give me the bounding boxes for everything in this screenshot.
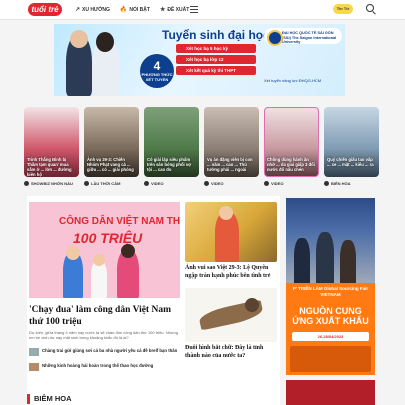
side-article[interactable]: Đuôi hình bắt chữ: Đây là tỉnh thành nào… <box>185 288 277 360</box>
trending-icon: ↗ <box>75 7 81 13</box>
badge-text: PHƯƠNG THỨC XÉT TUYỂN <box>141 72 173 82</box>
related-article[interactable]: Chàng trai gửi giùng sơi cả ba nhà người… <box>29 348 179 356</box>
hero-article-image[interactable]: CÔNG DÂN VIỆT NAM THỨ 100 TRIỆU <box>29 202 180 298</box>
sidebar-ad-secondary[interactable] <box>286 380 375 405</box>
banner-badge: 4 PHƯƠNG THỨC XÉT TUYỂN <box>140 54 174 88</box>
video-caption: Ảnh vụ 29-3: Chiến Nhóm Phạt vang cả ...… <box>87 157 134 172</box>
video-category: BIÊN HÒA <box>324 181 351 186</box>
admission-banner-ad[interactable]: Tuyển sinh đại học 2023 Xét học bạ 5 học… <box>54 24 345 96</box>
hero-image-line2: 100 TRIỆU <box>73 230 143 246</box>
university-logo: ĐẠI HỌC QUỐC TẾ SÀI GÒN (SIU) The Saigon… <box>264 28 342 46</box>
banner-method-3: Xét kết quả kỳ thi THPT <box>176 66 256 75</box>
video-card[interactable]: Vụ án đặng viên bị con ... năm ... cao .… <box>204 107 259 189</box>
play-icon <box>264 181 269 186</box>
search-icon[interactable] <box>366 4 374 12</box>
section-header[interactable]: BIÊM HOA <box>27 392 280 405</box>
ad-headline: NGUỒN CUNG ỨNG XUẤT KHẨU <box>292 306 369 326</box>
video-caption: Vụ án đặng viên bị con ... năm ... cao .… <box>207 157 253 172</box>
side-article-image <box>185 202 277 262</box>
hero-family-illustration <box>29 244 180 298</box>
related-thumbnail <box>29 348 39 356</box>
banner-method-2: Xét học bạ lớp 12 <box>176 55 256 64</box>
related-title: Những kinh hoàng hải hoàn trong thể thao… <box>42 363 154 368</box>
nav-label: ĐỀ XUẤT <box>167 6 190 13</box>
side-article-image <box>185 288 277 342</box>
video-card[interactable]: Chồng dùng hành ăn nhờ ... da giai giấp … <box>264 107 319 189</box>
video-strip: Trinh Thắng Bình bị 'thầm tạm quan' mua … <box>24 107 405 189</box>
banner-people-image <box>58 28 128 96</box>
video-category: VIDEO <box>264 181 283 186</box>
badge-number: 4 <box>153 59 161 73</box>
video-card[interactable]: Quý chiến giấu tao vấp ... xe ... mặt ..… <box>324 107 379 189</box>
related-title: Chàng trai gửi giùng sơi cả ba nhà người… <box>42 348 178 353</box>
play-icon <box>204 181 209 186</box>
location-icon <box>324 181 329 186</box>
nav-label: XU HƯỚNG <box>82 6 110 13</box>
video-category: VIDEO <box>144 181 163 186</box>
page: tuổi trẻ ↗ XU HƯỚNG 🔥 NỔI BẬT ★ ĐỀ XUẤT … <box>0 0 405 405</box>
category-label: LẦU THỜI CẢM <box>91 181 121 186</box>
video-card[interactable]: Ảnh vụ 29-3: Chiến Nhóm Phạt vang cả ...… <box>84 107 139 189</box>
video-category: VIDEO <box>204 181 223 186</box>
video-category: LẦU THỜI CẢM <box>84 181 120 186</box>
section-accent-bar <box>27 393 30 404</box>
top-header: tuổi trẻ ↗ XU HƯỚNG 🔥 NỔI BẬT ★ ĐỀ XUẤT … <box>0 0 405 20</box>
video-caption: Chồng dùng hành ăn nhờ ... da giai giấp … <box>267 157 315 172</box>
hamburger-menu-icon[interactable] <box>190 6 198 13</box>
video-card[interactable]: Có giải lập siêu phẩm trên sân bóng phối… <box>144 107 199 189</box>
video-caption: Trinh Thắng Bình bị 'thầm tạm quan' mua … <box>27 157 72 177</box>
category-label: SHOWBIZ NHỚN NÀU <box>31 181 73 186</box>
main-article-title[interactable]: 'Chạy đua' làm công dân Việt Nam thứ 100… <box>29 304 179 328</box>
ad-photo <box>286 198 375 283</box>
category-label: BIÊN HÒA <box>331 181 351 186</box>
category-label: VIDEO <box>211 181 224 186</box>
banner-note: Xét tuyển năng lực ĐHQG-HCM <box>264 78 322 83</box>
main-article-summary: Dự kiến, giữa tháng 4 năm nay nước ta sẽ… <box>29 330 178 340</box>
side-article-title: Ảnh vui sao Việt 29-3: Lệ Quyên ngập trà… <box>185 265 271 279</box>
category-icon <box>24 181 29 186</box>
side-article-title: Đuôi hình bắt chữ: Đây là tỉnh thành nào… <box>185 345 264 359</box>
fire-icon: 🔥 <box>119 7 128 13</box>
banner-method-1: Xét học bạ 5 học kỳ <box>176 44 256 53</box>
nav-item-hot[interactable]: 🔥 NỔI BẬT <box>119 6 150 14</box>
section-title: BIÊM HOA <box>34 394 72 403</box>
related-article[interactable]: Những kinh hoàng hải hoàn trong thể thao… <box>29 363 179 371</box>
category-label: VIDEO <box>271 181 284 186</box>
ad-date: 26-28/04/2023 <box>292 332 369 341</box>
nav-item-recommended[interactable]: ★ ĐỀ XUẤT <box>159 6 190 14</box>
site-logo[interactable]: tuổi trẻ <box>28 3 62 16</box>
side-article[interactable]: Ảnh vui sao Việt 29-3: Lệ Quyên ngập trà… <box>185 202 277 280</box>
play-icon <box>144 181 149 186</box>
category-label: VIDEO <box>151 181 164 186</box>
ad-event-name: P' TRIỂN LÃM Global Sourcing Fair VIETNA… <box>292 286 369 297</box>
video-caption: Quý chiến giấu tao vấp ... xe ... mặt ..… <box>327 157 374 167</box>
category-icon <box>84 181 89 186</box>
related-thumbnail <box>29 363 39 371</box>
video-caption: Có giải lập siêu phẩm trên sân bóng phối… <box>147 157 192 172</box>
main-nav: ↗ XU HƯỚNG 🔥 NỔI BẬT ★ ĐỀ XUẤT <box>75 6 199 14</box>
nav-label: NỔI BẬT <box>129 6 150 13</box>
nav-item-trending[interactable]: ↗ XU HƯỚNG <box>75 6 110 14</box>
sidebar-ad[interactable]: P' TRIỂN LÃM Global Sourcing Fair VIETNA… <box>286 198 375 375</box>
star-icon: ★ <box>159 7 166 13</box>
main-news-block: CÔNG DÂN VIỆT NAM THỨ 100 TRIỆU 'Chạy đu… <box>27 196 280 405</box>
ad-footer-image <box>290 346 371 372</box>
tin-button[interactable]: Tin Tứ <box>333 4 353 14</box>
video-card[interactable]: Trinh Thắng Bình bị 'thầm tạm quan' mua … <box>24 107 79 189</box>
hero-image-line1: CÔNG DÂN VIỆT NAM THỨ <box>59 216 180 227</box>
video-category: SHOWBIZ NHỚN NÀU <box>24 181 73 186</box>
